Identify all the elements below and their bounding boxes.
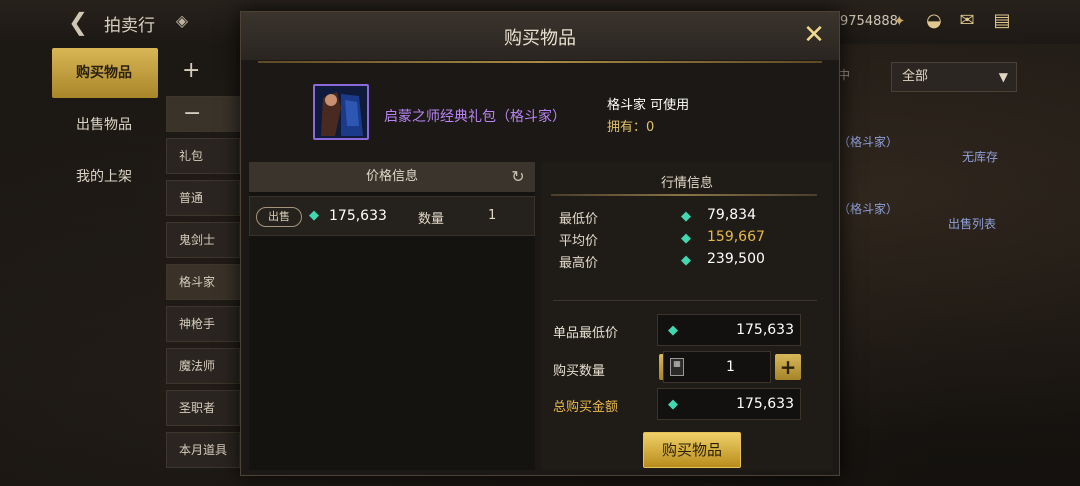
refresh-icon[interactable]: ↻ bbox=[507, 166, 529, 188]
category-monthly[interactable]: 本月道具 bbox=[166, 432, 240, 468]
tab-my-listings[interactable]: 我的上架 bbox=[52, 152, 158, 202]
price-info-panel: 价格信息 ↻ 出售 ◆ 175,633 数量 1 bbox=[249, 162, 535, 470]
item-icon[interactable] bbox=[313, 84, 369, 140]
qty-label: 购买数量 bbox=[553, 364, 606, 379]
back-icon[interactable]: ❮ bbox=[68, 8, 96, 36]
sell-badge: 出售 bbox=[256, 207, 302, 227]
category-normal[interactable]: 普通 bbox=[166, 180, 240, 216]
tab-buy[interactable]: 购买物品 bbox=[52, 48, 158, 98]
pot-icon[interactable]: ◒ bbox=[922, 10, 946, 32]
category-gunner[interactable]: 神枪手 bbox=[166, 306, 240, 342]
dialog-title: 购买物品 bbox=[504, 28, 576, 49]
filter-dropdown[interactable]: 全部 ▼ bbox=[891, 62, 1017, 92]
max-price-label: 最高价 bbox=[559, 256, 599, 271]
tab-sell[interactable]: 出售物品 bbox=[52, 100, 158, 150]
unit-price-value: 175,633 bbox=[736, 322, 794, 338]
collapse-button[interactable]: − bbox=[166, 96, 240, 132]
avg-price-label: 平均价 bbox=[559, 234, 599, 249]
item-name: 启蒙之师经典礼包（格斗家） bbox=[384, 109, 566, 125]
category-priest[interactable]: 圣职者 bbox=[166, 390, 240, 426]
currency-icon: ✦ bbox=[893, 12, 906, 30]
chat-icon[interactable]: ▤ bbox=[990, 10, 1014, 32]
mail-icon[interactable]: ✉ bbox=[955, 10, 979, 32]
buy-button[interactable]: 购买物品 bbox=[643, 432, 741, 468]
gem-icon: ◆ bbox=[668, 323, 678, 338]
purchase-dialog: 购买物品 ✕ 启蒙之师经典礼包（格斗家） 格斗家 可使用 拥有：0 价格信息 ↻… bbox=[240, 11, 840, 476]
calculator-icon[interactable]: ▦ bbox=[670, 358, 684, 376]
increase-qty-button[interactable]: + bbox=[775, 354, 801, 380]
bg-row1-status: 无库存 bbox=[962, 150, 999, 164]
close-icon[interactable]: ✕ bbox=[799, 20, 829, 50]
bg-row2-status[interactable]: 出售列表 bbox=[948, 215, 996, 232]
chevron-down-icon: ▼ bbox=[998, 70, 1008, 84]
diamond-icon[interactable]: ◈ bbox=[172, 11, 192, 31]
quantity-input[interactable]: ▦ 1 bbox=[663, 351, 771, 383]
category-list: + − 礼包 普通 鬼剑士 格斗家 神枪手 魔法师 圣职者 本月道具 bbox=[166, 54, 240, 474]
market-divider bbox=[551, 194, 817, 196]
filter-dropdown-value: 全部 bbox=[902, 69, 929, 84]
section-divider bbox=[553, 300, 817, 301]
category-slayer[interactable]: 鬼剑士 bbox=[166, 222, 240, 258]
item-usable-by: 格斗家 可使用 bbox=[607, 98, 690, 113]
quantity-value: 1 bbox=[726, 359, 735, 375]
item-owned-count: 拥有：0 bbox=[607, 120, 655, 135]
total-price-value: 175,633 bbox=[736, 396, 794, 412]
total-label: 总购买金额 bbox=[553, 400, 619, 415]
listing-qty-label: 数量 bbox=[418, 212, 445, 227]
price-info-title: 价格信息 bbox=[365, 169, 418, 184]
category-fighter[interactable]: 格斗家 bbox=[166, 264, 240, 300]
listing-row[interactable]: 出售 ◆ 175,633 数量 1 bbox=[249, 196, 535, 236]
unit-price-label: 单品最低价 bbox=[553, 326, 619, 341]
market-info-panel: 行情信息 最低价 ◆ 79,834 平均价 ◆ 159,667 最高价 ◆ 23… bbox=[541, 162, 833, 470]
bg-row2-name: （格斗家） bbox=[838, 202, 899, 216]
gem-icon: ◆ bbox=[681, 209, 691, 224]
category-gift[interactable]: 礼包 bbox=[166, 138, 240, 174]
header-divider bbox=[258, 61, 822, 63]
side-tabs: 购买物品 出售物品 我的上架 bbox=[52, 48, 158, 204]
expand-button[interactable]: + bbox=[166, 54, 240, 90]
gem-icon: ◆ bbox=[309, 208, 319, 223]
gem-icon: ◆ bbox=[668, 397, 678, 412]
min-price-label: 最低价 bbox=[559, 212, 599, 227]
listing-price: 175,633 bbox=[329, 208, 387, 224]
max-price-value: 239,500 bbox=[707, 251, 765, 267]
category-mage[interactable]: 魔法师 bbox=[166, 348, 240, 384]
market-info-title: 行情信息 bbox=[660, 176, 713, 191]
currency-amount: 9754888 bbox=[840, 14, 898, 29]
gem-icon: ◆ bbox=[681, 231, 691, 246]
bg-row1-name: （格斗家） bbox=[838, 135, 899, 149]
avg-price-value: 159,667 bbox=[707, 229, 765, 245]
total-price-field: ◆ 175,633 bbox=[657, 388, 801, 420]
listing-qty: 1 bbox=[488, 208, 497, 223]
unit-price-field: ◆ 175,633 bbox=[657, 314, 801, 346]
price-info-header: 价格信息 ↻ bbox=[249, 162, 535, 192]
dialog-header: 购买物品 ✕ bbox=[241, 12, 839, 60]
min-price-value: 79,834 bbox=[707, 207, 756, 223]
gem-icon: ◆ bbox=[681, 253, 691, 268]
page-title: 拍卖行 bbox=[104, 16, 155, 36]
